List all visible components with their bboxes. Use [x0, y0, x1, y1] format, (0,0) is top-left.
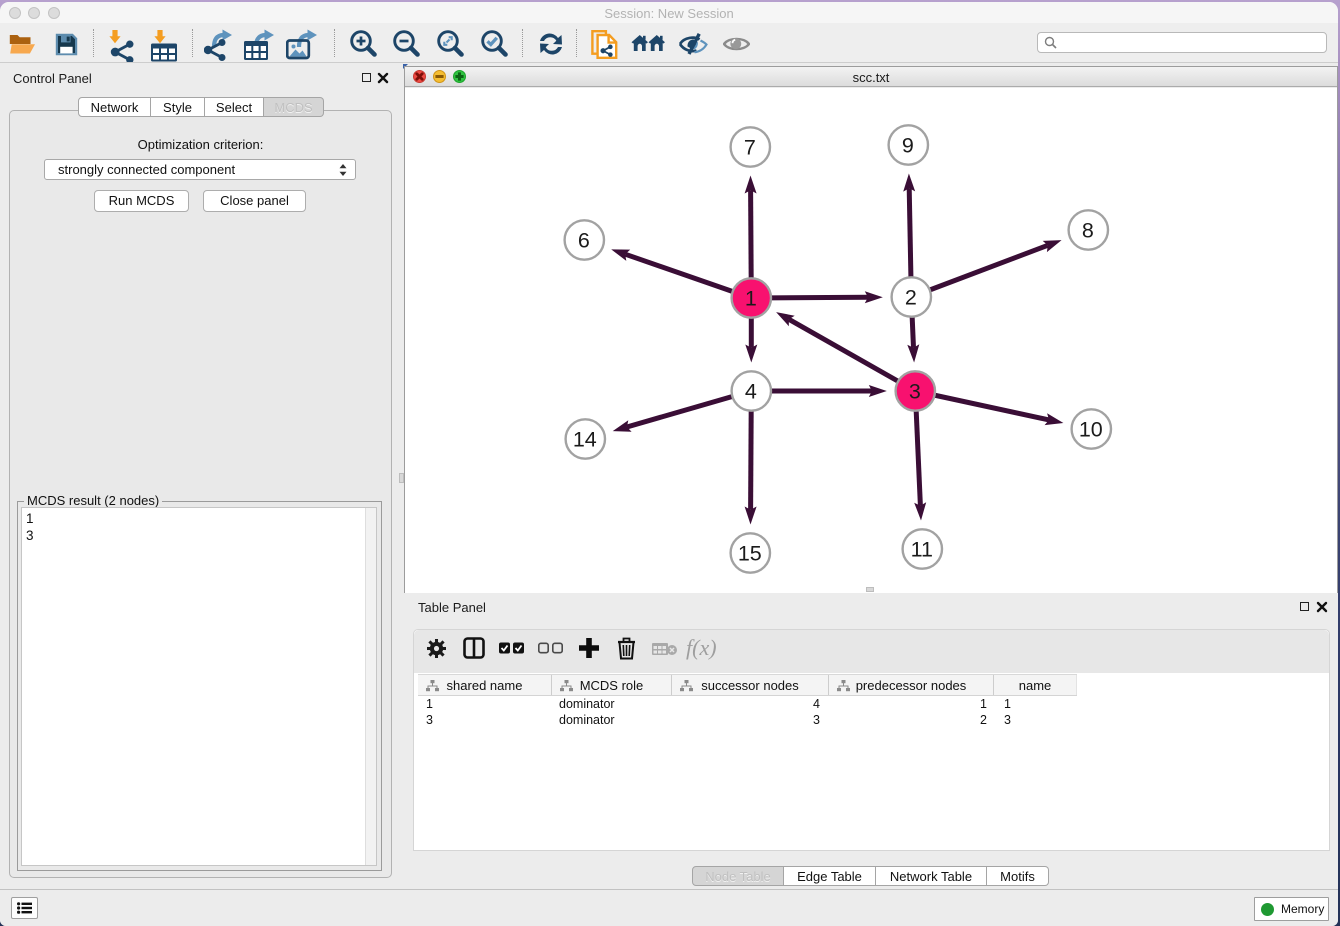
svg-text:3: 3	[909, 379, 921, 403]
svg-text:4: 4	[745, 379, 757, 403]
svg-text:14: 14	[573, 427, 597, 451]
svg-text:6: 6	[578, 228, 590, 252]
svg-text:15: 15	[738, 541, 762, 565]
svg-text:8: 8	[1082, 218, 1094, 242]
svg-text:11: 11	[911, 537, 933, 561]
svg-text:7: 7	[744, 135, 756, 159]
svg-text:9: 9	[902, 133, 914, 157]
svg-text:1: 1	[745, 286, 757, 310]
svg-text:2: 2	[905, 285, 917, 309]
svg-text:10: 10	[1079, 417, 1103, 441]
